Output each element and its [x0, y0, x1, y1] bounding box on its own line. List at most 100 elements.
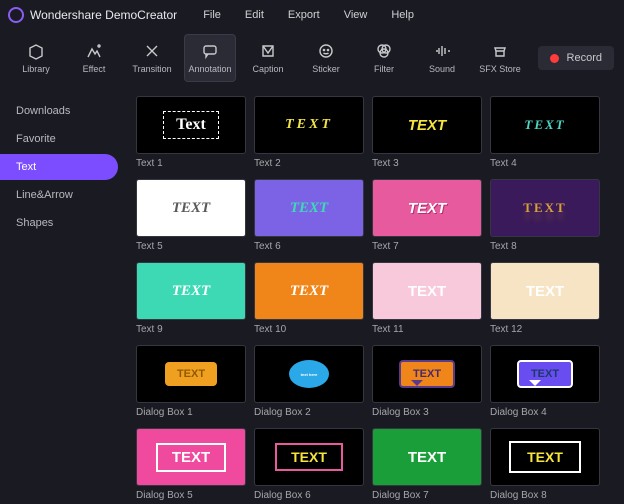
preset-dialog-box-3[interactable]: TEXTDialog Box 3	[372, 345, 482, 418]
annotation-icon	[201, 42, 219, 60]
preset-thumbnail: TEXT	[490, 96, 600, 154]
menu-view[interactable]: View	[344, 9, 368, 21]
preset-thumbnail: TEXT	[136, 345, 246, 403]
tool-sticker[interactable]: Sticker	[300, 34, 352, 82]
preset-label: Dialog Box 8	[490, 490, 600, 501]
filter-icon	[375, 42, 393, 60]
preset-text-1[interactable]: TextText 1	[136, 96, 246, 169]
preset-label: Dialog Box 6	[254, 490, 364, 501]
menu-help[interactable]: Help	[391, 9, 414, 21]
preset-label: Text 5	[136, 241, 246, 252]
sidebar-item-shapes[interactable]: Shapes	[0, 210, 118, 236]
preset-label: Text 8	[490, 241, 600, 252]
effect-icon	[85, 42, 103, 60]
preset-text-7[interactable]: TEXTText 7	[372, 179, 482, 252]
preset-thumbnail: TEXT	[490, 345, 600, 403]
preset-label: Dialog Box 4	[490, 407, 600, 418]
tool-label: SFX Store	[479, 64, 521, 74]
tool-transition[interactable]: Transition	[126, 34, 178, 82]
preset-thumbnail: TEXT	[490, 179, 600, 237]
preset-label: Text 9	[136, 324, 246, 335]
sidebar-item-favorite[interactable]: Favorite	[0, 126, 118, 152]
preset-thumbnail: TEXT	[372, 262, 482, 320]
preset-thumbnail: TEXT	[254, 96, 364, 154]
preset-label: Text 3	[372, 158, 482, 169]
preset-label: Text 1	[136, 158, 246, 169]
library-icon	[27, 42, 45, 60]
tool-annotation[interactable]: Annotation	[184, 34, 236, 82]
tool-label: Sound	[429, 64, 455, 74]
preset-thumbnail: TEXT	[372, 345, 482, 403]
tool-label: Caption	[252, 64, 283, 74]
titlebar: Wondershare DemoCreator File Edit Export Vi…	[0, 0, 624, 30]
preset-thumbnail: TEXT	[490, 262, 600, 320]
preset-text-9[interactable]: TEXTText 9	[136, 262, 246, 335]
sfx-store-icon	[491, 42, 509, 60]
preset-thumbnail: TEXT	[136, 179, 246, 237]
preset-dialog-box-7[interactable]: TEXT Dialog Box 7	[372, 428, 482, 501]
preset-text-11[interactable]: TEXT Text 11	[372, 262, 482, 335]
transition-icon	[143, 42, 161, 60]
menu-bar: File Edit Export View Help	[203, 9, 414, 21]
app-title: Wondershare DemoCreator	[30, 8, 177, 22]
preset-text-12[interactable]: TEXTText 12	[490, 262, 600, 335]
sidebar-item-linearrow[interactable]: Line&Arrow	[0, 182, 118, 208]
preset-dialog-box-2[interactable]: text here Dialog Box 2	[254, 345, 364, 418]
sidebar-item-text[interactable]: Text	[0, 154, 118, 180]
preset-text-6[interactable]: TEXT Text 6	[254, 179, 364, 252]
preset-label: Dialog Box 7	[372, 490, 482, 501]
tool-label: Transition	[132, 64, 171, 74]
record-button[interactable]: Record	[538, 46, 614, 70]
caption-icon	[259, 42, 277, 60]
preset-text-8[interactable]: TEXT Text 8	[490, 179, 600, 252]
preset-label: Dialog Box 2	[254, 407, 364, 418]
record-dot-icon	[550, 54, 559, 63]
toolbar: Library Effect Transition Annotation Caption…	[0, 30, 624, 86]
preset-label: Text 6	[254, 241, 364, 252]
preset-text-5[interactable]: TEXT Text 5	[136, 179, 246, 252]
tool-label: Annotation	[188, 64, 231, 74]
preset-thumbnail: TEXT	[254, 262, 364, 320]
preset-label: Dialog Box 1	[136, 407, 246, 418]
preset-text-2[interactable]: TEXT Text 2	[254, 96, 364, 169]
preset-dialog-box-5[interactable]: TEXT Dialog Box 5	[136, 428, 246, 501]
menu-export[interactable]: Export	[288, 9, 320, 21]
preset-thumbnail: text here	[254, 345, 364, 403]
tool-label: Filter	[374, 64, 394, 74]
preset-thumbnail: TEXT	[136, 428, 246, 486]
sticker-icon	[317, 42, 335, 60]
tool-label: Effect	[83, 64, 106, 74]
tool-sound[interactable]: Sound	[416, 34, 468, 82]
preset-dialog-box-6[interactable]: TEXT Dialog Box 6	[254, 428, 364, 501]
preset-thumbnail: TEXT	[254, 428, 364, 486]
tool-filter[interactable]: Filter	[358, 34, 410, 82]
preset-text-4[interactable]: TEXTText 4	[490, 96, 600, 169]
preset-label: Text 7	[372, 241, 482, 252]
annotation-grid[interactable]: TextText 1TEXTText 2TEXTText 3TEXTText 4…	[118, 86, 624, 504]
tool-caption[interactable]: Caption	[242, 34, 294, 82]
preset-dialog-box-1[interactable]: TEXT Dialog Box 1	[136, 345, 246, 418]
preset-thumbnail: TEXT	[372, 96, 482, 154]
menu-edit[interactable]: Edit	[245, 9, 264, 21]
preset-thumbnail: TEXT	[372, 428, 482, 486]
app-logo-icon	[8, 7, 24, 23]
preset-label: Text 2	[254, 158, 364, 169]
main-area: DownloadsFavoriteTextLine&ArrowShapes Te…	[0, 86, 624, 504]
tool-label: Sticker	[312, 64, 340, 74]
preset-text-10[interactable]: TEXTText 10	[254, 262, 364, 335]
sidebar-item-downloads[interactable]: Downloads	[0, 98, 118, 124]
preset-label: Dialog Box 5	[136, 490, 246, 501]
tool-effect[interactable]: Effect	[68, 34, 120, 82]
sidebar: DownloadsFavoriteTextLine&ArrowShapes	[0, 86, 118, 504]
preset-dialog-box-4[interactable]: TEXT Dialog Box 4	[490, 345, 600, 418]
tool-sfx-store[interactable]: SFX Store	[474, 34, 526, 82]
preset-text-3[interactable]: TEXT Text 3	[372, 96, 482, 169]
record-label: Record	[567, 52, 602, 64]
preset-thumbnail: TEXT	[254, 179, 364, 237]
menu-file[interactable]: File	[203, 9, 221, 21]
sound-icon	[433, 42, 451, 60]
preset-dialog-box-8[interactable]: TEXTDialog Box 8	[490, 428, 600, 501]
preset-label: Text 11	[372, 324, 482, 335]
tool-library[interactable]: Library	[10, 34, 62, 82]
tool-label: Library	[22, 64, 50, 74]
